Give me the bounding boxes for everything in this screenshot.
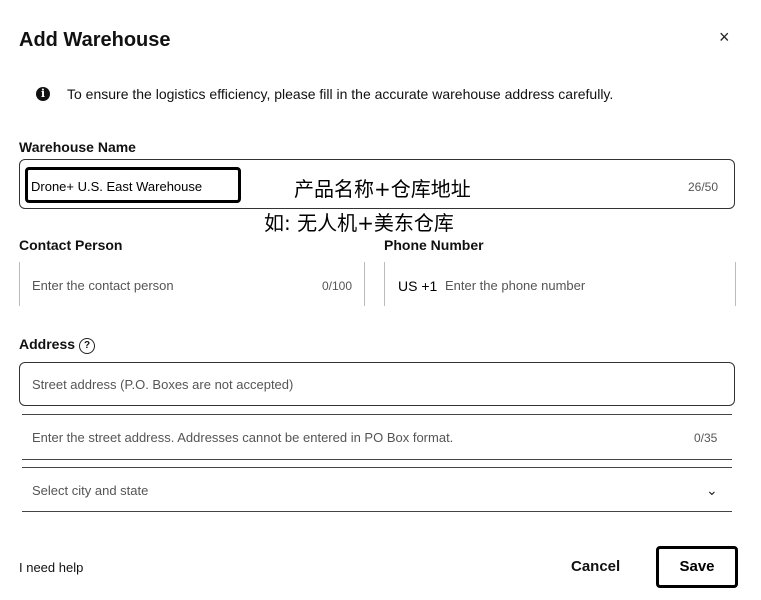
warehouse-name-counter: 26/50: [688, 180, 719, 194]
info-icon: i: [36, 87, 50, 101]
divider-2: [22, 459, 732, 460]
warehouse-name-label: Warehouse Name: [19, 139, 136, 155]
help-link[interactable]: I need help: [19, 560, 83, 575]
address-label-text: Address: [19, 336, 76, 352]
annotation-line-1: 产品名称+仓库地址: [294, 177, 471, 201]
contact-person-field-edge-right: [364, 262, 365, 306]
address-label: Address?: [19, 336, 96, 354]
close-icon[interactable]: ×: [719, 27, 730, 47]
divider-1: [22, 414, 732, 415]
phone-number-label: Phone Number: [384, 237, 484, 253]
phone-number-input[interactable]: Enter the phone number: [445, 278, 715, 293]
contact-person-counter: 0/100: [322, 279, 353, 293]
contact-person-input[interactable]: Enter the contact person: [32, 278, 312, 293]
contact-person-field-edge-left: [19, 262, 20, 306]
city-state-select[interactable]: Select city and state: [32, 483, 632, 498]
warehouse-name-value[interactable]: Drone+ U.S. East Warehouse: [31, 179, 202, 194]
street-address-placeholder: Street address (P.O. Boxes are not accep…: [32, 377, 294, 392]
divider-4: [22, 511, 732, 512]
street-detail-counter: 0/35: [694, 431, 718, 445]
dialog-title: Add Warehouse: [19, 29, 171, 51]
street-detail-input[interactable]: Enter the street address. Addresses cann…: [32, 430, 672, 445]
phone-field-edge-left: [384, 262, 385, 306]
annotation-line-2: 如: 无人机+美东仓库: [264, 211, 454, 235]
phone-country-code-select[interactable]: US +1: [398, 278, 437, 294]
contact-person-label: Contact Person: [19, 237, 123, 253]
notice-text: To ensure the logistics efficiency, plea…: [67, 86, 614, 102]
divider-3: [22, 467, 732, 468]
cancel-button[interactable]: Cancel: [571, 558, 620, 575]
help-circle-icon[interactable]: ?: [79, 338, 96, 354]
phone-field-edge-right: [735, 262, 736, 306]
chevron-down-icon[interactable]: ⌄: [706, 482, 718, 499]
save-button[interactable]: Save: [656, 546, 738, 588]
